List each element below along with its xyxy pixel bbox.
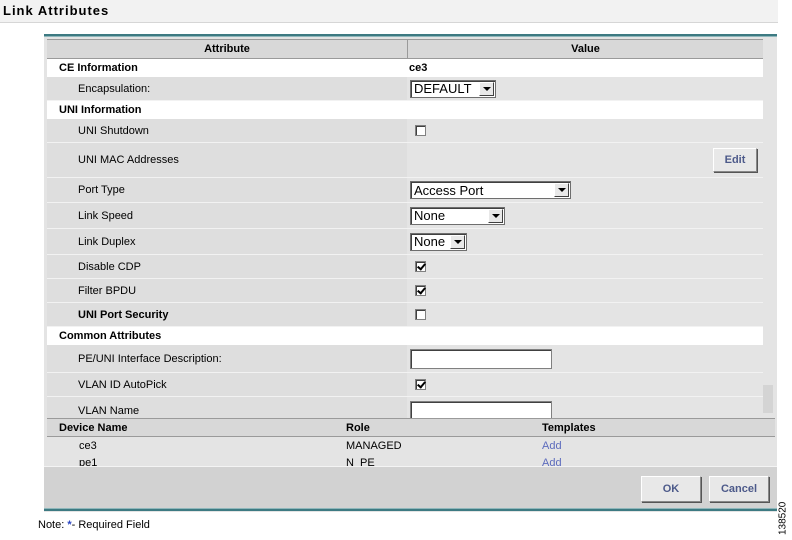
required-field-note: Note: *- Required Field: [38, 519, 150, 531]
panel-bottom-rule: [44, 508, 777, 511]
link-speed-label: Link Speed: [78, 209, 134, 222]
link-speed-selected: None: [414, 208, 446, 223]
filter-bpdu-checkbox[interactable]: [415, 285, 426, 296]
ok-button[interactable]: OK: [641, 476, 701, 502]
header-role: Role: [346, 421, 370, 434]
common-attributes-label: Common Attributes: [59, 330, 162, 342]
attribute-table: Attribute Value CE Information ce3 Encap…: [47, 39, 763, 425]
row-port-type: Port Type Access Port: [47, 178, 763, 203]
link-speed-cell: None: [407, 203, 763, 228]
uni-port-security-cell: [407, 303, 763, 326]
common-attributes-value: [407, 327, 763, 345]
row-encapsulation: Encapsulation: DEFAULT: [47, 77, 763, 101]
chevron-down-icon[interactable]: [554, 183, 569, 197]
filter-bpdu-cell: [407, 279, 763, 302]
uni-port-security-label: UNI Port Security: [78, 308, 169, 321]
page-title: Link Attributes: [3, 3, 110, 18]
row-uni-shutdown: UNI Shutdown: [47, 119, 763, 143]
row-link-speed: Link Speed None: [47, 203, 763, 229]
ce-information-label: CE Information: [59, 62, 138, 74]
row-pe-uni-description: PE/UNI Interface Description:: [47, 345, 763, 373]
pe-uni-description-input[interactable]: [410, 348, 552, 369]
device-name-cell: ce3: [79, 439, 97, 452]
chevron-down-icon[interactable]: [450, 234, 465, 249]
note-suffix: - Required Field: [71, 519, 150, 531]
pe-uni-description-cell: [407, 345, 763, 372]
chevron-down-icon[interactable]: [479, 81, 494, 96]
note-prefix: Note:: [38, 519, 68, 531]
port-type-cell: Access Port: [407, 178, 763, 202]
chevron-down-icon[interactable]: [488, 208, 503, 223]
header-value: Value: [571, 43, 600, 55]
uni-shutdown-checkbox[interactable]: [415, 125, 426, 136]
add-template-link[interactable]: Add: [542, 440, 562, 452]
vlan-id-autopick-checkbox[interactable]: [415, 379, 426, 390]
header-templates: Templates: [542, 421, 596, 434]
scrollbar-stub[interactable]: [763, 385, 773, 413]
uni-shutdown-label: UNI Shutdown: [78, 124, 149, 137]
header-attribute: Attribute: [47, 40, 408, 58]
filter-bpdu-label: Filter BPDU: [78, 284, 137, 297]
pe-uni-description-label: PE/UNI Interface Description:: [78, 352, 222, 365]
button-bar: OK Cancel: [44, 466, 777, 509]
right-margin: [778, 0, 792, 540]
encapsulation-selected: DEFAULT: [414, 81, 472, 96]
row-uni-port-security: UNI Port Security: [47, 303, 763, 327]
row-disable-cdp: Disable CDP: [47, 255, 763, 279]
row-link-duplex: Link Duplex None: [47, 229, 763, 255]
edit-mac-button[interactable]: Edit: [713, 148, 757, 172]
row-uni-mac-addresses: UNI MAC Addresses Edit: [47, 143, 763, 178]
title-bar: Link Attributes: [0, 0, 778, 23]
disable-cdp-checkbox[interactable]: [415, 261, 426, 272]
template-add-link: Add: [542, 440, 775, 452]
uni-information-value: [407, 101, 763, 119]
vlan-id-autopick-label: VLAN ID AutoPick: [78, 378, 167, 391]
uni-port-security-checkbox[interactable]: [415, 309, 426, 320]
link-duplex-selected: None: [414, 234, 446, 249]
uni-information-label: UNI Information: [59, 104, 142, 116]
header-device-name: Device Name: [59, 421, 128, 434]
encapsulation-cell: DEFAULT: [407, 77, 763, 100]
port-type-label: Port Type: [78, 184, 125, 196]
row-common-attributes: Common Attributes: [47, 327, 763, 345]
uni-mac-addresses-label: UNI MAC Addresses: [78, 154, 179, 166]
device-table: Device Name Role Templates ce3 MANAGED A…: [47, 418, 775, 471]
uni-mac-addresses-cell: Edit: [407, 143, 763, 177]
link-attributes-panel: Attribute Value CE Information ce3 Encap…: [44, 34, 777, 512]
link-duplex-select[interactable]: None: [410, 232, 467, 251]
device-table-header: Device Name Role Templates: [47, 418, 775, 437]
disable-cdp-cell: [407, 255, 763, 278]
panel-top-rule: [44, 34, 777, 37]
uni-shutdown-cell: [407, 119, 763, 142]
link-duplex-label: Link Duplex: [78, 235, 136, 248]
figure-id-code: 138520: [777, 501, 789, 535]
port-type-selected: Access Port: [414, 182, 484, 198]
disable-cdp-label: Disable CDP: [78, 260, 141, 273]
port-type-select[interactable]: Access Port: [410, 181, 571, 199]
table-row: ce3 MANAGED Add: [47, 437, 775, 454]
encapsulation-select[interactable]: DEFAULT: [410, 79, 496, 98]
attribute-table-header: Attribute Value: [47, 39, 763, 59]
row-ce-information: CE Information ce3: [47, 59, 763, 77]
row-uni-information: UNI Information: [47, 101, 763, 119]
vlan-id-autopick-cell: [407, 373, 763, 396]
link-speed-select[interactable]: None: [410, 206, 505, 225]
role-cell: MANAGED: [346, 439, 402, 452]
encapsulation-label: Encapsulation:: [78, 82, 151, 95]
link-duplex-cell: None: [407, 229, 763, 254]
ce-information-value: ce3: [409, 62, 428, 74]
cancel-button[interactable]: Cancel: [709, 476, 769, 502]
row-vlan-id-autopick: VLAN ID AutoPick: [47, 373, 763, 397]
row-filter-bpdu: Filter BPDU: [47, 279, 763, 303]
